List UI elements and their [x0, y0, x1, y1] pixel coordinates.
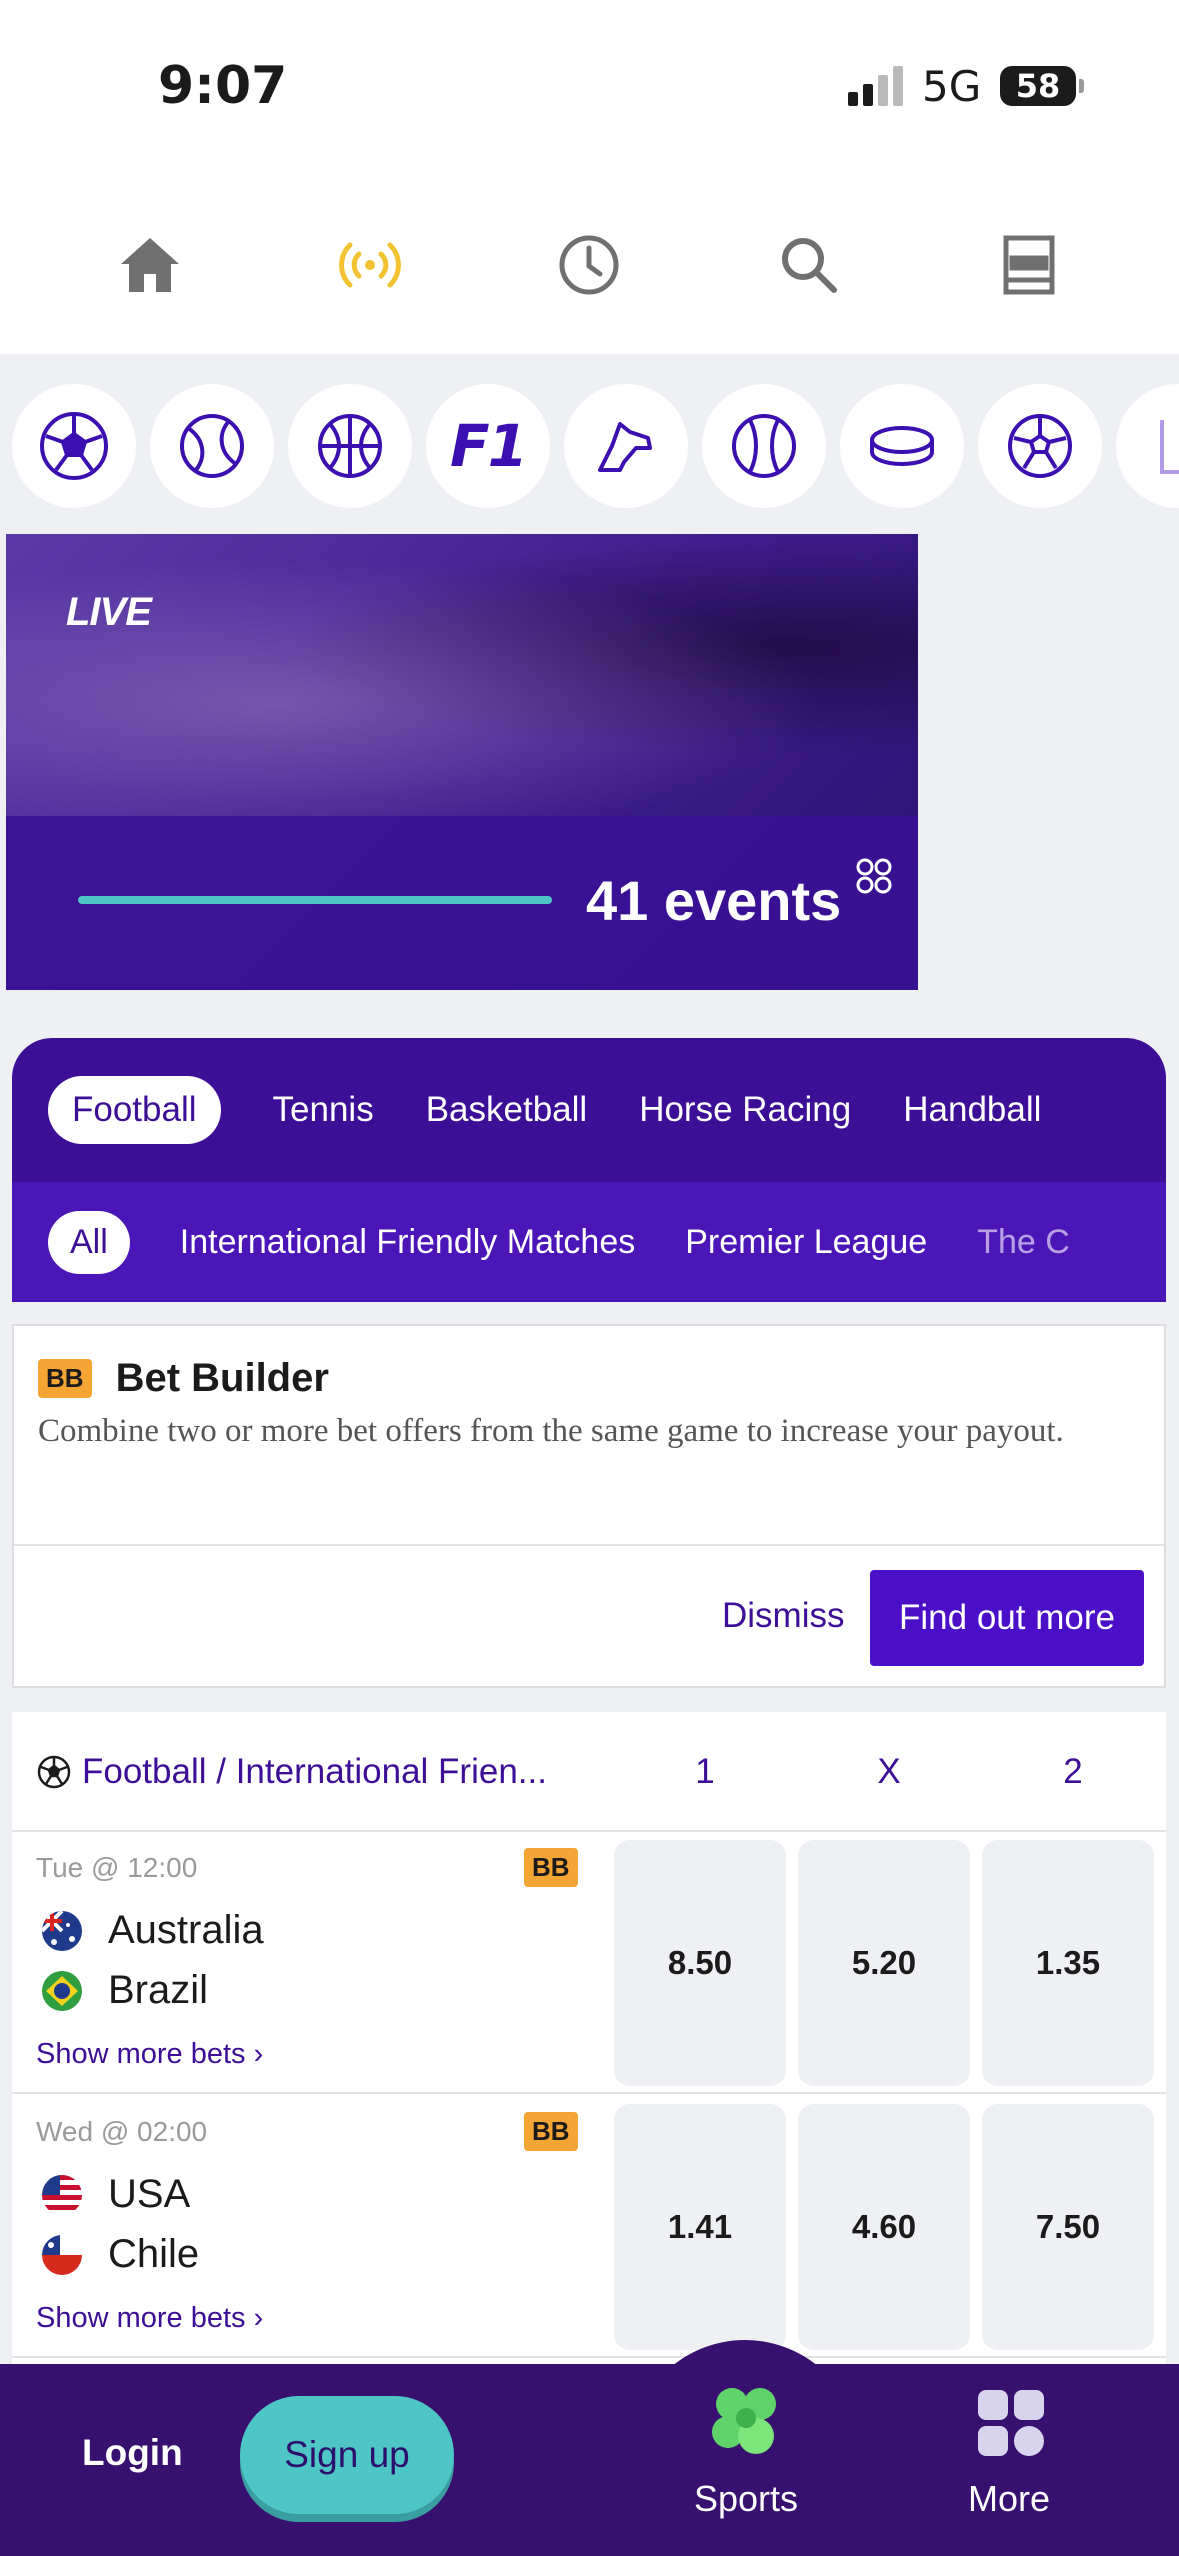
search-icon[interactable]: [759, 215, 859, 315]
more-sports-icon[interactable]: [1116, 384, 1179, 508]
betslip-icon[interactable]: [979, 215, 1079, 315]
find-out-more-button[interactable]: Find out more: [870, 1570, 1144, 1666]
event-row[interactable]: Tue @ 12:00 BB Australia Brazil Show mor…: [12, 1832, 1166, 2094]
usa-flag-icon: [42, 2174, 82, 2215]
home-team-name: Australia: [108, 1908, 264, 1952]
bb-badge: BB: [524, 2112, 578, 2151]
show-more-bets-link[interactable]: Show more bets ›: [36, 2038, 263, 2071]
status-bar: 9:07 5G 58: [0, 0, 1179, 176]
f1-icon[interactable]: F1: [426, 384, 550, 508]
network-type: 5G: [922, 62, 982, 111]
chile-flag-icon: [42, 2234, 82, 2275]
bet-builder-title: Bet Builder: [115, 1356, 329, 1400]
live-icon[interactable]: [320, 215, 420, 315]
australia-flag-icon: [42, 1910, 82, 1951]
league-tabs: All International Friendly Matches Premi…: [12, 1182, 1166, 1302]
odds-home-button[interactable]: 8.50: [614, 1840, 786, 2086]
event-time: Wed @ 02:00: [36, 2116, 208, 2147]
live-events-count: 41 events: [586, 869, 842, 932]
banner-photo: [6, 534, 918, 816]
bet-builder-card: BB Bet Builder Combine two or more bet o…: [12, 1324, 1166, 1688]
league-tab-all[interactable]: All: [48, 1210, 130, 1274]
sports-tab-label[interactable]: Sports: [694, 2478, 798, 2520]
away-team-name: Chile: [108, 2232, 200, 2276]
event-list-header: Football / International Frien... 1 X 2: [12, 1712, 1166, 1832]
tab-basketball[interactable]: Basketball: [426, 1090, 587, 1130]
live-banner[interactable]: LIVE 41 events: [6, 534, 918, 990]
filter-panel: Football Tennis Basketball Horse Racing …: [12, 1038, 1166, 1302]
tab-football[interactable]: Football: [48, 1076, 221, 1144]
event-row[interactable]: Wed @ 02:00 BB USA Chile Show more bets …: [12, 2096, 1166, 2358]
home-icon[interactable]: [100, 215, 200, 315]
sport-tabs: Football Tennis Basketball Horse Racing …: [12, 1038, 1166, 1182]
basketball-icon[interactable]: [288, 384, 412, 508]
league-breadcrumb[interactable]: Football / International Frien...: [82, 1752, 547, 1792]
odds-draw-button[interactable]: 5.20: [798, 1840, 970, 2086]
away-team: Brazil: [42, 1968, 208, 2013]
battery-icon: 58: [1000, 66, 1084, 106]
sports-grid-icon: [856, 858, 892, 894]
column-away: 2: [1063, 1752, 1083, 1791]
odds-away-button[interactable]: 7.50: [982, 2104, 1154, 2350]
league-tab-premier-league[interactable]: Premier League: [685, 1223, 927, 1262]
football-icon[interactable]: [12, 384, 136, 508]
odds-draw-button[interactable]: 4.60: [798, 2104, 970, 2350]
more-grid-icon[interactable]: [976, 2388, 1046, 2458]
bb-badge: BB: [38, 1359, 92, 1398]
home-team: Australia: [42, 1908, 264, 1953]
live-label: LIVE: [66, 590, 152, 634]
show-more-bets-link[interactable]: Show more bets ›: [36, 2302, 263, 2335]
sports-icon[interactable]: [704, 2380, 788, 2464]
dismiss-button[interactable]: Dismiss: [722, 1596, 844, 1636]
ice-hockey-icon[interactable]: [840, 384, 964, 508]
column-draw: X: [877, 1752, 901, 1791]
column-home: 1: [695, 1752, 715, 1791]
login-button[interactable]: Login: [82, 2432, 183, 2474]
brazil-flag-icon: [42, 1970, 82, 2011]
league-tab-international-friendly[interactable]: International Friendly Matches: [180, 1223, 635, 1262]
f1-label: F1: [450, 412, 528, 480]
football-icon: [37, 1755, 71, 1789]
bb-badge: BB: [524, 1848, 578, 1887]
tennis-icon[interactable]: [150, 384, 274, 508]
league-tab-more[interactable]: The C: [977, 1223, 1070, 1262]
home-team: USA: [42, 2172, 190, 2217]
home-team-name: USA: [108, 2172, 191, 2216]
odds-away-button[interactable]: 1.35: [982, 1840, 1154, 2086]
odds-home-button[interactable]: 1.41: [614, 2104, 786, 2350]
tab-horse-racing[interactable]: Horse Racing: [639, 1090, 851, 1130]
top-nav: [0, 176, 1179, 354]
signal-icon: [848, 66, 903, 106]
signup-button[interactable]: Sign up: [240, 2396, 454, 2514]
away-team: Chile: [42, 2232, 199, 2277]
baseball-icon[interactable]: [702, 384, 826, 508]
horse-racing-icon[interactable]: [564, 384, 688, 508]
more-tab-label[interactable]: More: [968, 2478, 1050, 2520]
event-list: Football / International Frien... 1 X 2 …: [12, 1712, 1166, 2366]
live-progress-bar: [78, 896, 552, 904]
history-icon[interactable]: [539, 215, 639, 315]
handball-icon[interactable]: [978, 384, 1102, 508]
tab-tennis[interactable]: Tennis: [273, 1090, 374, 1130]
status-time: 9:07: [158, 56, 288, 116]
divider: [14, 1544, 1164, 1546]
bet-builder-description: Combine two or more bet offers from the …: [38, 1413, 1064, 1449]
bet-builder-header: BB Bet Builder: [38, 1356, 329, 1401]
away-team-name: Brazil: [108, 1968, 209, 2012]
event-time: Tue @ 12:00: [36, 1852, 198, 1883]
tab-handball[interactable]: Handball: [903, 1090, 1041, 1130]
sport-icon-row: F1: [0, 354, 1179, 538]
